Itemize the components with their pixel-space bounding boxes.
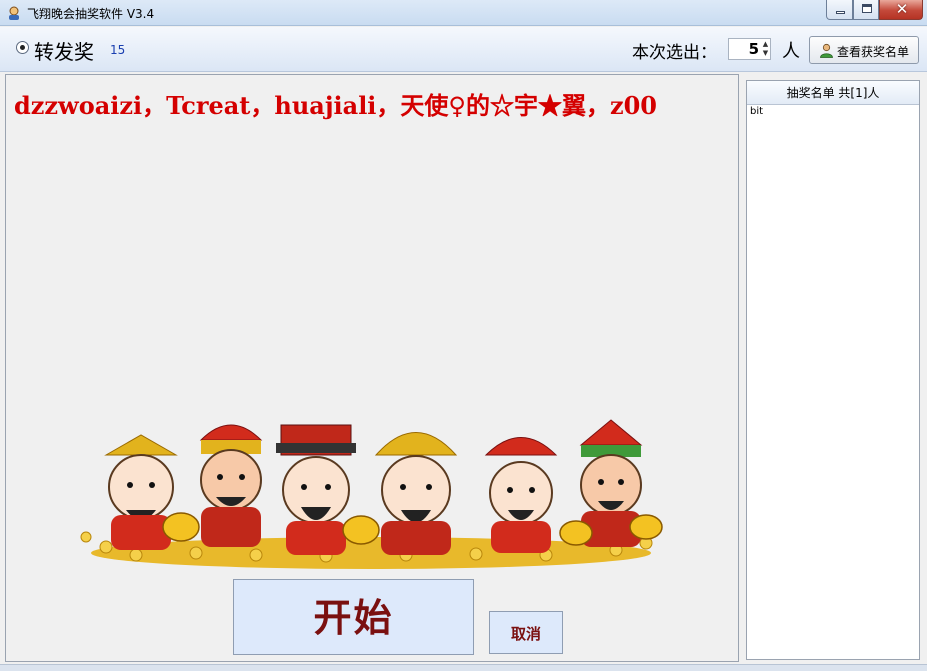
fortune-gods-illustration	[80, 419, 663, 569]
unit-label: 人	[782, 41, 800, 62]
maximize-button[interactable]	[853, 0, 879, 20]
app-icon	[9, 6, 19, 20]
maximize-icon	[862, 4, 872, 13]
title-bar: 飞翔晚会抽奖软件 V3.4 ✕	[0, 0, 927, 26]
cancel-button-label: 取消	[510, 625, 541, 643]
prize-radio[interactable]	[16, 41, 29, 54]
draw-panel: dzzwoaizi，Tcreat，huajiali，天使♀的☆宇★翼，z00 开…	[5, 74, 739, 662]
pick-count-value[interactable]: 5	[737, 40, 759, 58]
cancel-button[interactable]: 取消	[489, 611, 563, 654]
user-icon	[820, 43, 833, 58]
close-icon: ✕	[895, 0, 909, 18]
view-winners-label: 查看获奖名单	[837, 45, 910, 59]
start-button-label: 开始	[313, 595, 394, 640]
winners-display: dzzwoaizi，Tcreat，huajiali，天使♀的☆宇★翼，z00	[14, 91, 657, 120]
pick-count-label: 本次选出：	[632, 43, 717, 63]
window-title: 飞翔晚会抽奖软件 V3.4	[27, 7, 155, 21]
minimize-button[interactable]	[826, 0, 853, 20]
pick-count-stepper[interactable]: 5 ▲ ▼	[728, 38, 771, 60]
prize-name: 转发奖	[34, 40, 94, 64]
start-button[interactable]: 开始	[233, 579, 474, 655]
participant-list[interactable]: 抽奖名单 共[1]人 bit	[746, 80, 920, 660]
spin-down-icon[interactable]: ▼	[761, 49, 770, 58]
list-item[interactable]: bit	[750, 106, 763, 117]
status-bar	[0, 664, 927, 671]
toolbar: 转发奖 15 本次选出： 5 ▲ ▼ 人 查看获奖名单	[0, 27, 927, 72]
view-winners-button[interactable]: 查看获奖名单	[809, 36, 919, 64]
minimize-icon	[836, 11, 845, 14]
prize-count: 15	[110, 43, 126, 57]
list-header[interactable]: 抽奖名单 共[1]人	[747, 81, 919, 105]
close-button[interactable]: ✕	[879, 0, 923, 20]
spin-up-icon[interactable]: ▲	[761, 40, 770, 49]
